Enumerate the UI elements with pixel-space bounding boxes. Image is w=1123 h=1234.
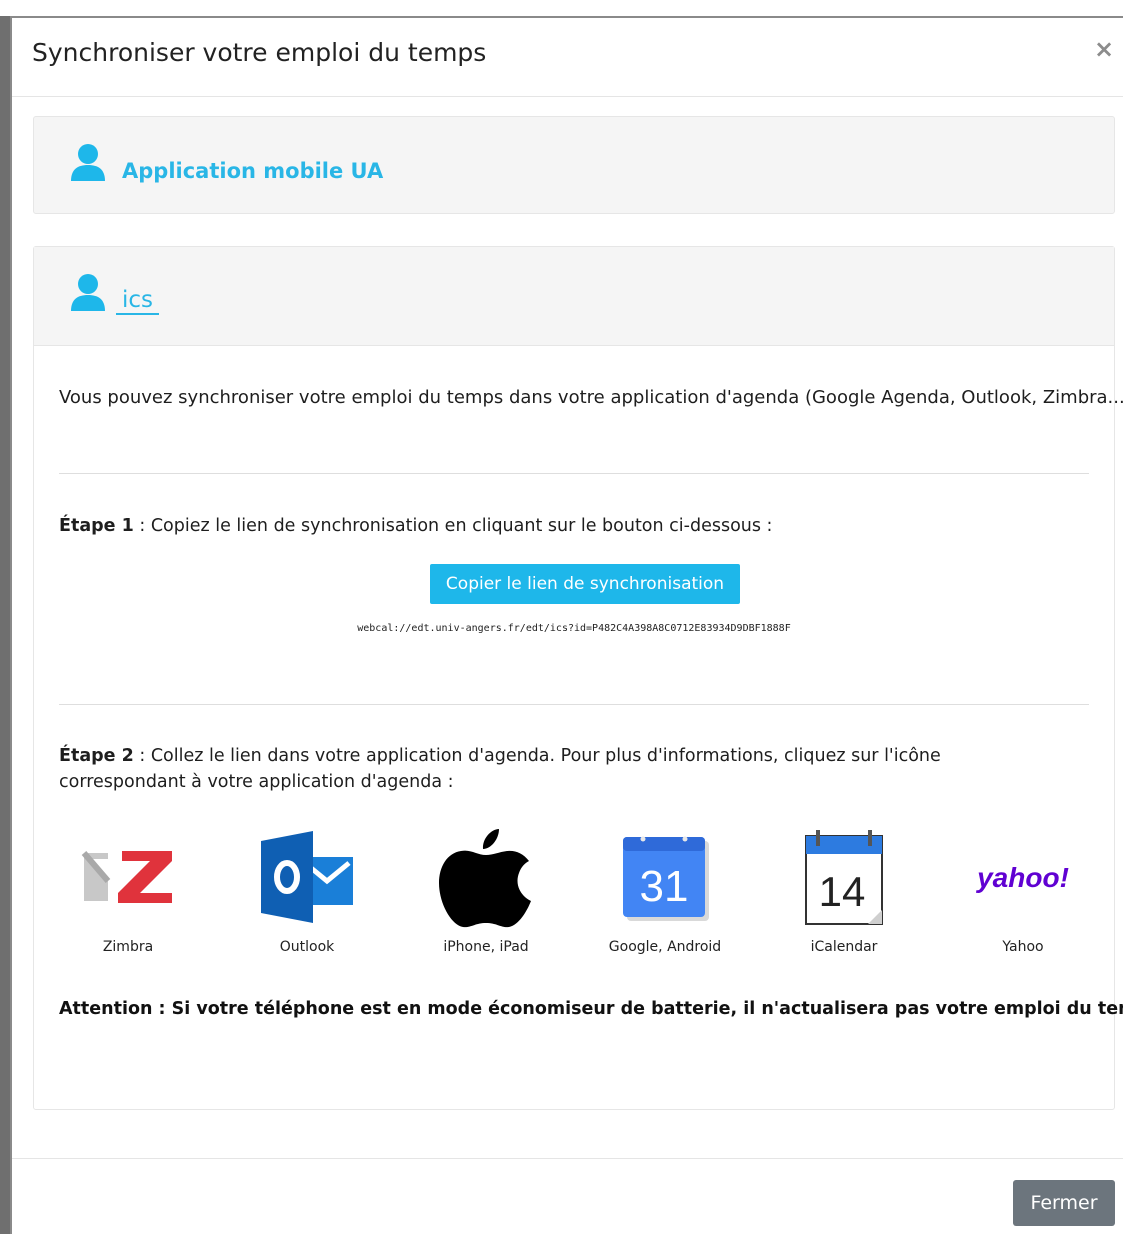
- app-yahoo[interactable]: yahoo! Yahoo: [953, 825, 1093, 955]
- panel-link-ics[interactable]: ics: [116, 287, 160, 315]
- icalendar-icon: 14: [805, 830, 883, 925]
- sync-modal: Synchroniser votre emploi du temps × App…: [10, 16, 1123, 1234]
- app-label: Yahoo: [1002, 939, 1044, 955]
- app-label: Zimbra: [102, 939, 154, 955]
- app-icalendar[interactable]: 14 iCalendar: [774, 825, 914, 955]
- step-1-label: Étape 1: [59, 516, 134, 536]
- step-1-text: Étape 1 : Copiez le lien de synchronisat…: [59, 513, 772, 539]
- app-google-android[interactable]: 31 Google, Android: [595, 825, 735, 955]
- divider: [59, 704, 1089, 705]
- app-label: iCalendar: [810, 939, 878, 955]
- apple-icon: [439, 829, 531, 928]
- background-strip: [0, 0, 1123, 16]
- google-calendar-icon: 31: [623, 836, 709, 921]
- modal-header: Synchroniser votre emploi du temps ×: [12, 18, 1123, 97]
- ics-intro-text: Vous pouvez synchroniser votre emploi du…: [59, 387, 1123, 408]
- app-iphone-ipad[interactable]: iPhone, iPad: [416, 825, 556, 955]
- divider: [59, 473, 1089, 474]
- step-1-instruction: : Copiez le lien de synchronisation en c…: [133, 516, 773, 536]
- panel-ics: ics Vous pouvez synchroniser votre emplo…: [33, 246, 1123, 1110]
- app-label: Google, Android: [608, 939, 722, 955]
- app-label: Outlook: [279, 939, 335, 955]
- app-label: iPhone, iPad: [443, 939, 529, 955]
- app-outlook[interactable]: Outlook: [237, 825, 377, 955]
- icalendar-day: 14: [819, 868, 866, 915]
- yahoo-icon: yahoo!: [975, 862, 1069, 893]
- zimbra-icon: [81, 851, 172, 903]
- panel-ics-header: ics: [34, 247, 1114, 346]
- ics-url: webcal://edt.univ-angers.fr/edt/ics?id=P…: [357, 623, 791, 634]
- google-calendar-day: 31: [640, 862, 689, 911]
- modal-title: Synchroniser votre emploi du temps: [32, 38, 487, 67]
- battery-warning: Attention : Si votre téléphone est en mo…: [59, 999, 1123, 1019]
- step-2-instruction: : Collez le lien dans votre application …: [59, 746, 941, 792]
- copy-sync-link-button[interactable]: Copier le lien de synchronisation: [430, 564, 740, 604]
- close-button[interactable]: Fermer: [1013, 1180, 1115, 1226]
- close-icon[interactable]: ×: [1093, 37, 1115, 61]
- app-zimbra[interactable]: Zimbra: [58, 825, 198, 955]
- calendar-app-list: Zimbra Outlook iPhone, iPad 31 Google, A…: [34, 825, 1114, 965]
- yahoo-wordmark: yahoo!: [975, 862, 1069, 893]
- step-2-label: Étape 2: [59, 746, 134, 766]
- user-icon: [71, 274, 105, 311]
- user-icon: [71, 144, 105, 181]
- panel-mobile-app: Application mobile UA: [33, 116, 1115, 214]
- panel-link-mobile-app[interactable]: Application mobile UA: [122, 159, 383, 183]
- step-2-text: Étape 2 : Collez le lien dans votre appl…: [59, 743, 1069, 795]
- modal-footer-divider: [12, 1158, 1123, 1159]
- outlook-icon: [261, 831, 353, 923]
